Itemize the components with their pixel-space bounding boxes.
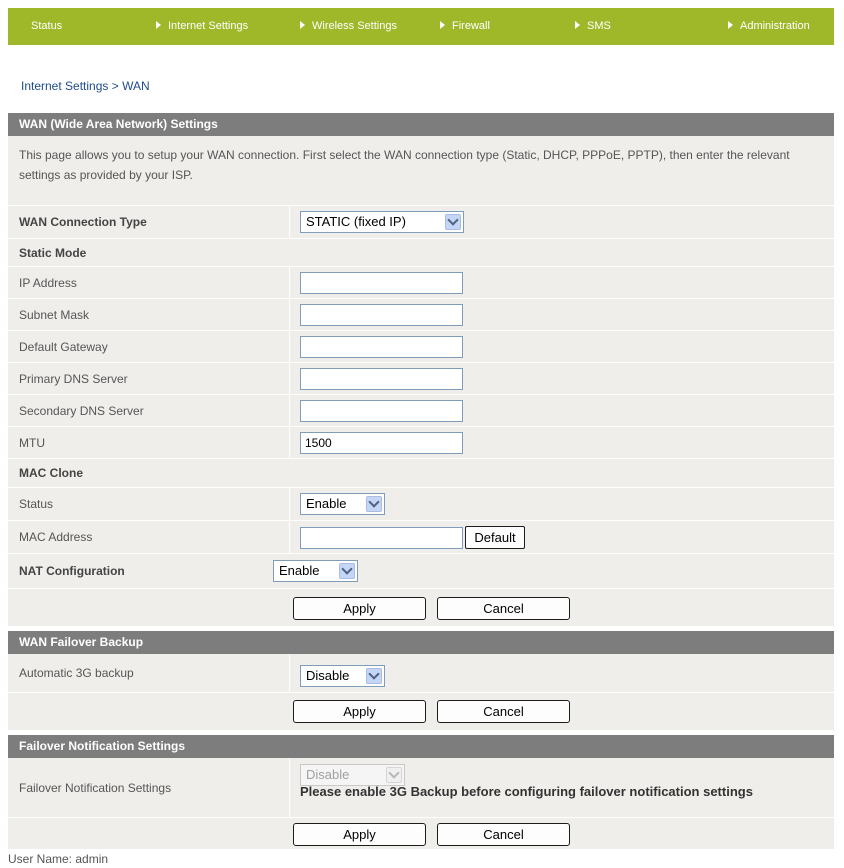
notification-actions-row: Apply Cancel: [8, 818, 834, 850]
subnet-mask-input[interactable]: [300, 304, 463, 326]
nat-configuration-label: NAT Configuration: [19, 564, 125, 578]
mac-address-label: MAC Address: [19, 530, 93, 544]
failover-notification-header: Failover Notification Settings: [8, 735, 834, 758]
failover-notification-note: Please enable 3G Backup before configuri…: [300, 784, 753, 799]
default-gateway-input[interactable]: [300, 336, 463, 358]
automatic-3g-backup-label: Automatic 3G backup: [19, 666, 134, 680]
nav-wireless-settings-label: Wireless Settings: [312, 20, 397, 32]
divider: [289, 521, 290, 553]
automatic-3g-backup-value: Disable: [306, 668, 350, 683]
mac-address-row: MAC Address Default: [8, 521, 834, 554]
user-name-label: User Name:: [8, 852, 73, 866]
static-mode-label: Static Mode: [19, 245, 87, 260]
automatic-3g-backup-row: Automatic 3G backup Disable: [8, 654, 834, 693]
nav-wireless-settings[interactable]: Wireless Settings: [300, 8, 397, 45]
nav-sms-label: SMS: [587, 20, 611, 32]
mac-clone-status-select[interactable]: Enable: [300, 493, 385, 515]
nav-administration[interactable]: Administration: [728, 8, 810, 45]
static-mode-row: Static Mode: [8, 239, 834, 267]
mac-clone-status-label: Status: [19, 497, 54, 511]
mac-clone-label: MAC Clone: [19, 466, 83, 480]
failover-apply-button[interactable]: Apply: [293, 700, 426, 723]
divider: [289, 654, 290, 692]
mac-clone-status-value: Enable: [306, 496, 347, 511]
divider: [289, 488, 290, 520]
nav-internet-settings[interactable]: Internet Settings: [156, 8, 248, 45]
notification-cancel-button[interactable]: Cancel: [437, 823, 570, 846]
failover-notification-row: Failover Notification Settings Disable P…: [8, 758, 834, 818]
secondary-dns-row: Secondary DNS Server: [8, 395, 834, 427]
ip-address-input[interactable]: [300, 272, 463, 294]
triangle-right-icon: [156, 21, 161, 29]
nav-administration-label: Administration: [740, 20, 810, 32]
footer-user-info: User Name: admin: [8, 852, 108, 866]
subnet-mask-label: Subnet Mask: [19, 307, 90, 322]
divider: [289, 758, 290, 817]
nat-configuration-value: Enable: [279, 563, 320, 578]
chevron-down-icon[interactable]: [339, 563, 355, 579]
automatic-3g-backup-select[interactable]: Disable: [300, 665, 385, 687]
failover-notification-select: Disable: [300, 764, 405, 786]
chevron-down-icon[interactable]: [445, 214, 461, 230]
nav-firewall[interactable]: Firewall: [440, 8, 490, 45]
wan-connection-type-row: WAN Connection Type STATIC (fixed IP): [8, 206, 834, 239]
wan-actions-row: Apply Cancel: [8, 589, 834, 627]
primary-dns-label: Primary DNS Server: [19, 371, 128, 386]
mtu-row: MTU: [8, 427, 834, 459]
mac-clone-status-row: Status Enable: [8, 488, 834, 521]
triangle-right-icon: [300, 21, 305, 29]
nav-status[interactable]: Status: [31, 8, 62, 45]
ip-address-label: IP Address: [19, 275, 77, 290]
default-gateway-label: Default Gateway: [19, 339, 108, 354]
mac-clone-row: MAC Clone: [8, 459, 834, 488]
failover-cancel-button[interactable]: Cancel: [437, 700, 570, 723]
triangle-right-icon: [440, 21, 445, 29]
user-name-value: admin: [75, 852, 109, 866]
wan-description-row: This page allows you to setup your WAN c…: [8, 136, 834, 206]
failover-notification-value: Disable: [306, 767, 350, 782]
wan-failover-header: WAN Failover Backup: [8, 631, 834, 654]
divider: [289, 331, 290, 362]
top-nav-bar: Status Internet Settings Wireless Settin…: [8, 8, 834, 45]
wan-cancel-button[interactable]: Cancel: [437, 597, 570, 620]
notification-apply-button[interactable]: Apply: [293, 823, 426, 846]
primary-dns-row: Primary DNS Server: [8, 363, 834, 395]
failover-notification-label: Failover Notification Settings: [19, 780, 172, 795]
nat-configuration-select[interactable]: Enable: [273, 560, 358, 582]
mac-address-input[interactable]: [300, 527, 463, 549]
triangle-right-icon: [728, 21, 733, 29]
chevron-down-icon[interactable]: [366, 668, 382, 684]
nav-internet-settings-label: Internet Settings: [168, 20, 249, 32]
divider: [289, 206, 290, 238]
secondary-dns-label: Secondary DNS Server: [19, 403, 144, 418]
mtu-input[interactable]: [300, 432, 463, 454]
wan-connection-type-select[interactable]: STATIC (fixed IP): [300, 211, 464, 233]
subnet-mask-row: Subnet Mask: [8, 299, 834, 331]
divider: [289, 395, 290, 426]
wan-settings-header: WAN (Wide Area Network) Settings: [8, 113, 834, 136]
divider: [289, 427, 290, 458]
wan-connection-type-label: WAN Connection Type: [19, 215, 147, 229]
nav-firewall-label: Firewall: [452, 20, 490, 32]
chevron-down-icon[interactable]: [366, 496, 382, 512]
mtu-label: MTU: [19, 435, 45, 450]
triangle-right-icon: [575, 21, 580, 29]
divider: [289, 267, 290, 298]
nat-configuration-row: NAT Configuration Enable: [8, 554, 834, 589]
chevron-down-icon: [386, 767, 402, 783]
divider: [289, 299, 290, 330]
secondary-dns-input[interactable]: [300, 400, 463, 422]
breadcrumb: Internet Settings > WAN: [21, 79, 150, 93]
wan-connection-type-value: STATIC (fixed IP): [306, 214, 406, 229]
default-gateway-row: Default Gateway: [8, 331, 834, 363]
ip-address-row: IP Address: [8, 267, 834, 299]
default-mac-button[interactable]: Default: [465, 526, 525, 549]
divider: [289, 363, 290, 394]
wan-description: This page allows you to setup your WAN c…: [19, 148, 790, 182]
wan-apply-button[interactable]: Apply: [293, 597, 426, 620]
primary-dns-input[interactable]: [300, 368, 463, 390]
nav-sms[interactable]: SMS: [575, 8, 611, 45]
failover-actions-row: Apply Cancel: [8, 693, 834, 731]
nav-status-label: Status: [31, 20, 63, 32]
